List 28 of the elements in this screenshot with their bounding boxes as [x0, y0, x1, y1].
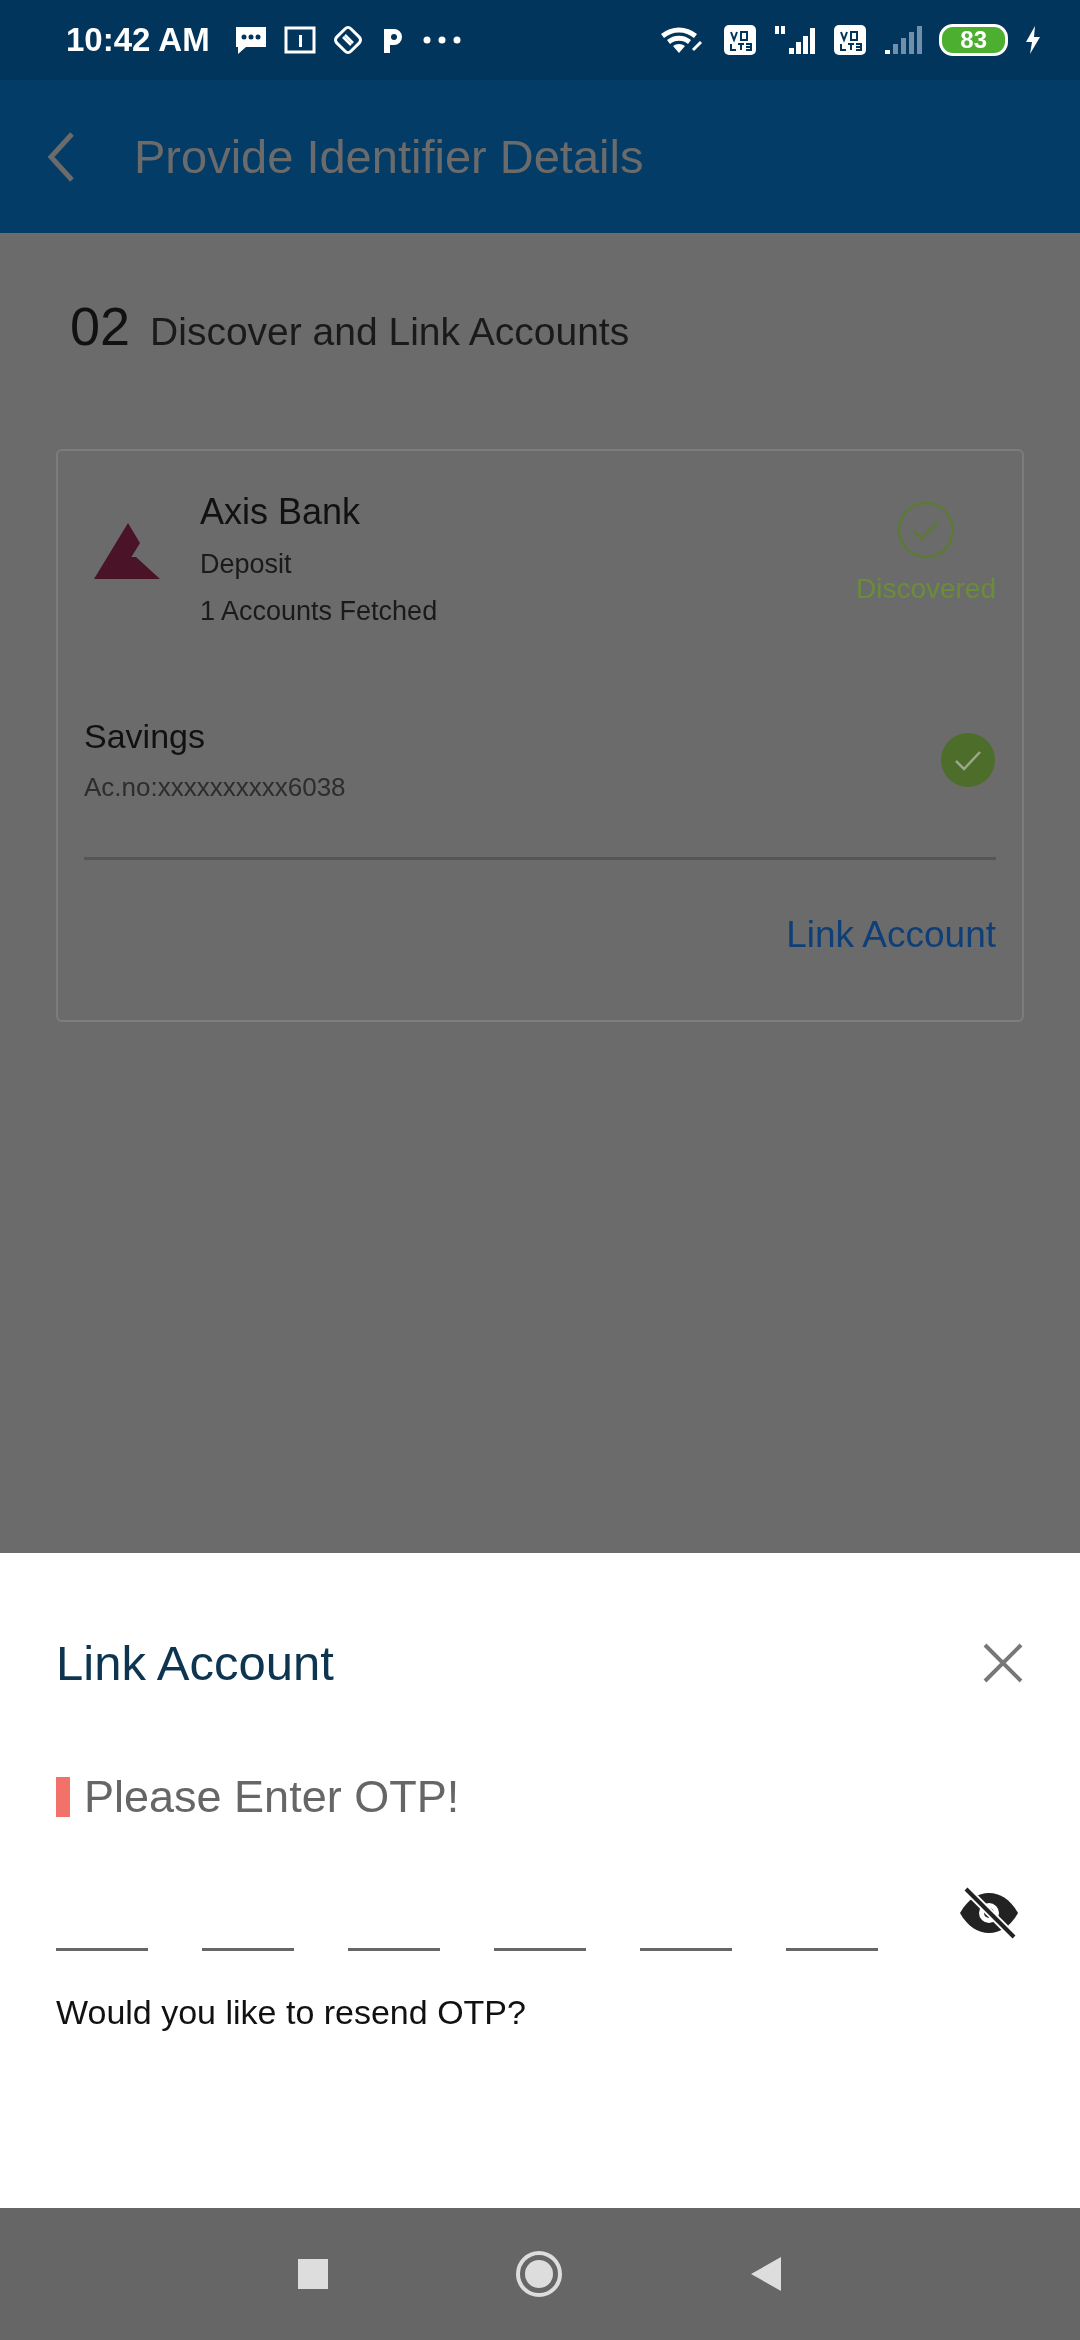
- sheet-title: Link Account: [56, 1635, 334, 1691]
- step-title: Discover and Link Accounts: [150, 310, 630, 354]
- close-icon[interactable]: [982, 1642, 1024, 1684]
- bank-logo-icon: [94, 523, 160, 579]
- fetched-count: 1 Accounts Fetched: [200, 596, 439, 627]
- back-icon[interactable]: [749, 2256, 783, 2292]
- step-number: 02: [70, 295, 131, 357]
- checkbox[interactable]: [940, 732, 996, 788]
- account-type: Deposit: [200, 549, 293, 580]
- recents-icon[interactable]: [297, 2258, 329, 2290]
- check-circle-icon: [896, 501, 955, 559]
- screen-title: Provide Identifier Details: [134, 129, 644, 184]
- eye-slash-icon[interactable]: [958, 1887, 1020, 1939]
- signal-icon: [883, 24, 924, 56]
- more-icon: [421, 35, 462, 45]
- home-icon[interactable]: [515, 2250, 563, 2298]
- otp-prompt: Please Enter OTP!: [84, 1771, 460, 1823]
- bank-name: Axis Bank: [200, 491, 362, 533]
- message-icon: [233, 25, 268, 55]
- signal-icon: [773, 24, 818, 56]
- account-name: Savings: [84, 717, 206, 756]
- calendar-icon: [283, 25, 316, 55]
- battery-indicator: 83: [939, 24, 1008, 56]
- volte-icon: [723, 24, 758, 56]
- clock: 10:42 AM: [66, 21, 210, 59]
- volte-icon: [833, 24, 868, 56]
- account-number: Ac.no:xxxxxxxxxx6038: [84, 772, 347, 803]
- resend-otp-prompt[interactable]: Would you like to resend OTP?: [56, 1993, 1024, 2032]
